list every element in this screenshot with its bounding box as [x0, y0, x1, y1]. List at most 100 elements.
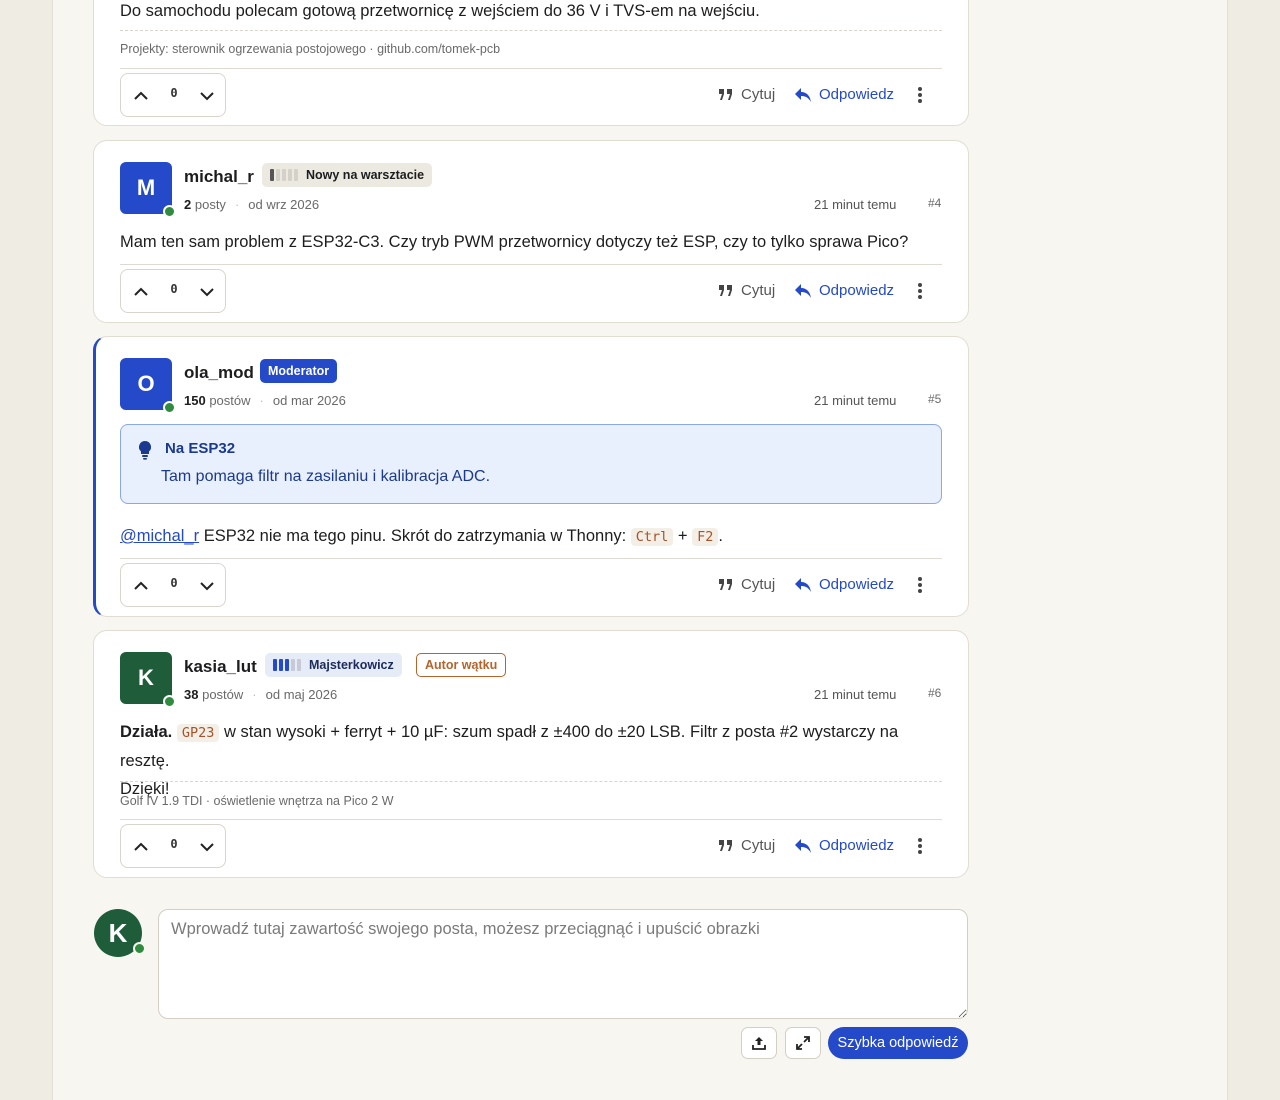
- reply-label: Odpowiedz: [819, 837, 895, 854]
- upload-icon: [752, 1037, 766, 1050]
- body-bold: Działa.: [120, 723, 173, 741]
- body-end: .: [718, 527, 723, 545]
- reply-icon: [795, 87, 811, 102]
- code-gp23: GP23: [176, 724, 220, 742]
- reply-label: Odpowiedz: [819, 282, 895, 299]
- user-mention-link[interactable]: @michal_r: [120, 527, 199, 545]
- post-time[interactable]: 21 minut temu: [814, 197, 896, 212]
- user-meta: 38 postów · od maj 2026: [184, 687, 338, 702]
- quote-icon: [719, 578, 732, 590]
- avatar[interactable]: M: [120, 162, 176, 218]
- quick-reply-submit-button[interactable]: Szybka odpowiedź: [828, 1027, 968, 1059]
- vote-control: 0: [120, 824, 226, 868]
- rank-bars-icon: [270, 169, 298, 181]
- upload-button[interactable]: [741, 1027, 777, 1059]
- user-meta: 2 posty · od wrz 2026: [184, 197, 320, 212]
- reply-label: Odpowiedz: [819, 576, 895, 593]
- post-signature: Projekty: sterownik ogrzewania postojowe…: [120, 42, 501, 56]
- quote-label: Cytuj: [741, 86, 776, 103]
- quote-button[interactable]: Cytuj: [718, 282, 775, 299]
- moderator-badge: Moderator: [260, 359, 338, 383]
- downvote-icon[interactable]: [199, 284, 215, 300]
- post-count: 2: [184, 197, 192, 212]
- username[interactable]: kasia_lut: [184, 657, 257, 677]
- more-options-icon[interactable]: [917, 86, 923, 104]
- more-options-icon[interactable]: [917, 837, 923, 855]
- post-body: Do samochodu polecam gotową przetwornicę…: [120, 2, 760, 20]
- post-number[interactable]: #6: [928, 686, 941, 700]
- post-time[interactable]: 21 minut temu: [814, 393, 896, 408]
- avatar[interactable]: K: [120, 652, 176, 708]
- avatar-letter: K: [138, 665, 154, 690]
- post-footer-divider: [120, 68, 942, 69]
- post-time[interactable]: 21 minut temu: [814, 687, 896, 702]
- quote-label: Cytuj: [741, 837, 776, 854]
- post-signature: Golf IV 1.9 TDI · oświetlenie wnętrza na…: [120, 794, 394, 808]
- reply-label: Odpowiedz: [819, 86, 895, 103]
- quote-button[interactable]: Cytuj: [718, 837, 775, 854]
- post-6: K kasia_lut Majsterkowicz Autor wątku 38…: [93, 630, 969, 878]
- signature-divider: [120, 781, 942, 782]
- online-indicator: [163, 205, 176, 218]
- plus-sign: +: [673, 527, 693, 545]
- callout-text: Tam pomaga filtr na zasilaniu i kalibrac…: [161, 468, 491, 485]
- online-indicator: [133, 942, 146, 955]
- post-number[interactable]: #4: [928, 196, 941, 210]
- username[interactable]: michal_r: [184, 167, 254, 187]
- post-count-label: posty: [194, 197, 226, 212]
- expand-icon: [796, 1036, 810, 1050]
- downvote-icon[interactable]: [199, 839, 215, 855]
- post-5: O ola_mod Moderator 150 postów · od mar 20…: [93, 336, 969, 617]
- quick-reply-textarea[interactable]: [158, 909, 968, 1019]
- quote-icon: [719, 839, 732, 851]
- reply-icon: [795, 283, 811, 298]
- more-options-icon[interactable]: [917, 576, 923, 594]
- reply-button[interactable]: Odpowiedz: [794, 86, 894, 103]
- quote-button[interactable]: Cytuj: [718, 576, 775, 593]
- avatar-letter: M: [136, 175, 156, 200]
- avatar-letter: K: [108, 917, 128, 948]
- quote-icon: [719, 88, 732, 100]
- post-body: Działa. GP23 w stan wysoki + ferryt + 10…: [120, 718, 950, 803]
- downvote-icon[interactable]: [199, 88, 215, 104]
- post-footer-divider: [120, 558, 942, 559]
- expand-composer-button[interactable]: [785, 1027, 821, 1059]
- rank-badge: Majsterkowicz: [265, 653, 402, 677]
- post-count: 38: [184, 687, 199, 702]
- post-number[interactable]: #5: [928, 392, 941, 406]
- vote-control: 0: [120, 73, 226, 117]
- post-3: Do samochodu polecam gotową przetwornicę…: [93, 0, 969, 126]
- reply-button[interactable]: Odpowiedz: [794, 576, 894, 593]
- reply-button[interactable]: Odpowiedz: [794, 837, 894, 854]
- lightbulb-icon: [138, 440, 152, 460]
- reply-button[interactable]: Odpowiedz: [794, 282, 894, 299]
- composer-avatar: K: [94, 909, 146, 957]
- rank-bars-icon: [273, 659, 301, 671]
- tip-callout: Na ESP32 Tam pomaga filtr na zasilaniu i…: [120, 424, 942, 504]
- rank-badge: Nowy na warsztacie: [262, 163, 433, 187]
- quote-label: Cytuj: [741, 576, 776, 593]
- reply-icon: [795, 577, 811, 592]
- body-text: ESP32 nie ma tego pinu. Skrót do zatrzym…: [199, 527, 631, 545]
- signature-divider: [120, 30, 942, 31]
- member-since: od wrz 2026: [248, 197, 320, 212]
- post-count-label: postów: [202, 687, 244, 702]
- vote-control: 0: [120, 563, 226, 607]
- quote-button[interactable]: Cytuj: [718, 86, 775, 103]
- post-footer-divider: [120, 264, 942, 265]
- avatar[interactable]: O: [120, 358, 176, 414]
- avatar-letter: O: [137, 371, 155, 396]
- reply-icon: [795, 838, 811, 853]
- downvote-icon[interactable]: [199, 578, 215, 594]
- key-ctrl: Ctrl: [630, 528, 674, 546]
- user-meta: 150 postów · od mar 2026: [184, 393, 346, 408]
- key-f2: F2: [692, 528, 719, 546]
- username[interactable]: ola_mod: [184, 363, 254, 383]
- member-since: od maj 2026: [265, 687, 338, 702]
- post-4: M michal_r Nowy na warsztacie 2 posty · od…: [93, 140, 969, 323]
- more-options-icon[interactable]: [917, 282, 923, 300]
- rank-label: Majsterkowicz: [309, 658, 394, 672]
- post-body: Mam ten sam problem z ESP32-C3. Czy tryb…: [120, 233, 909, 251]
- quote-icon: [719, 284, 732, 296]
- online-indicator: [163, 401, 176, 414]
